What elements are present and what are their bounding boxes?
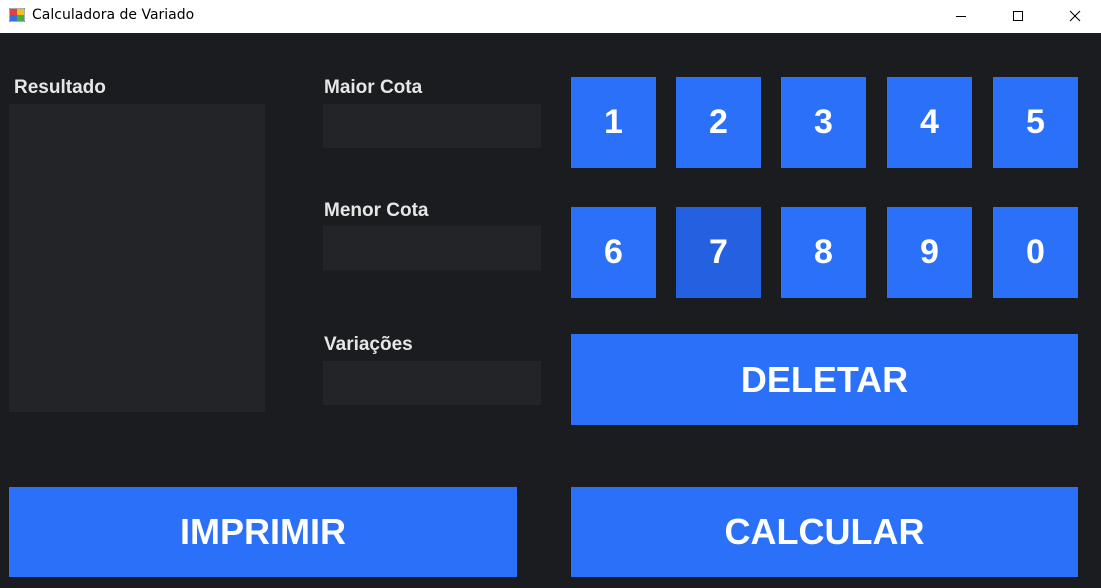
key-3-button[interactable]: 3 — [781, 77, 866, 168]
key-5-button[interactable]: 5 — [993, 77, 1078, 168]
key-0-button[interactable]: 0 — [993, 207, 1078, 298]
window-title: Calculadora de Variado — [32, 7, 195, 23]
title-bar[interactable]: Calculadora de Variado — [0, 0, 1101, 33]
variacoes-label: Variações — [324, 334, 413, 355]
key-8-button[interactable]: 8 — [781, 207, 866, 298]
variacoes-input[interactable] — [323, 361, 541, 405]
deletar-button[interactable]: DELETAR — [571, 334, 1078, 425]
minimize-icon — [955, 10, 967, 22]
minimize-button[interactable] — [938, 0, 984, 31]
maior-cota-label: Maior Cota — [324, 77, 423, 98]
close-button[interactable] — [1052, 0, 1098, 31]
key-1-button[interactable]: 1 — [571, 77, 656, 168]
key-7-button[interactable]: 7 — [676, 207, 761, 298]
key-6-button[interactable]: 6 — [571, 207, 656, 298]
maior-cota-input[interactable] — [323, 104, 541, 148]
app-window: Calculadora de Variado Resultado Maior C… — [0, 0, 1101, 588]
maximize-icon — [1012, 10, 1024, 22]
menor-cota-input[interactable] — [323, 226, 541, 270]
menor-cota-label: Menor Cota — [324, 200, 429, 221]
key-4-button[interactable]: 4 — [887, 77, 972, 168]
app-icon — [8, 7, 26, 23]
key-2-button[interactable]: 2 — [676, 77, 761, 168]
imprimir-button[interactable]: IMPRIMIR — [9, 487, 517, 577]
resultado-output[interactable] — [9, 104, 265, 412]
calcular-button[interactable]: CALCULAR — [571, 487, 1078, 577]
resultado-label: Resultado — [14, 77, 106, 98]
key-9-button[interactable]: 9 — [887, 207, 972, 298]
maximize-button[interactable] — [995, 0, 1041, 31]
close-icon — [1069, 10, 1081, 22]
